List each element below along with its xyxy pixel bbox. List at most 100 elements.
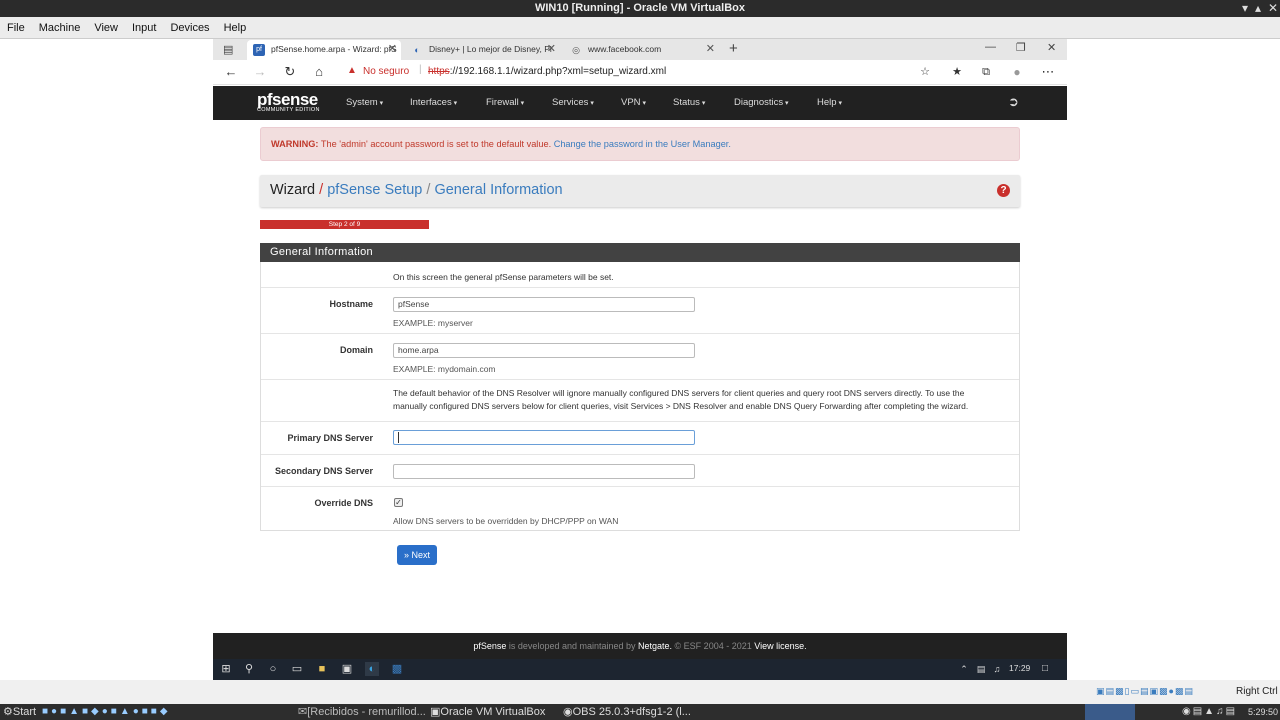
progress-label: Step 2 of 9	[328, 221, 361, 228]
menu-devices[interactable]: Devices	[163, 20, 216, 36]
search-icon[interactable]: ⚲	[242, 662, 256, 676]
footer-copyright: © ESF 2004 - 2021	[672, 641, 755, 651]
edge-icon[interactable]: ◐	[365, 662, 379, 676]
menu-machine[interactable]: Machine	[32, 20, 88, 36]
network-icon[interactable]: ▤	[974, 662, 988, 676]
logo-subtitle: COMMUNITY EDITION	[257, 107, 320, 113]
win-minimize-icon[interactable]: —	[985, 41, 996, 53]
host-start-button[interactable]: ⚙ Start	[3, 704, 36, 720]
guest-clock[interactable]: 17:29	[1009, 663, 1030, 673]
tab-close-icon[interactable]: ✕	[547, 40, 556, 59]
nav-status[interactable]: Status	[673, 97, 705, 108]
win-restore-icon[interactable]: ❐	[1016, 41, 1026, 54]
hostname-label: Hostname	[329, 299, 373, 309]
host-start-label: Start	[12, 706, 37, 718]
hostname-input[interactable]: pfSense	[393, 297, 695, 312]
default-password-warning: WARNING: The 'admin' account password is…	[260, 127, 1020, 161]
favorites-icon[interactable]: ★	[948, 63, 966, 81]
nav-services[interactable]: Services	[552, 97, 594, 108]
hostname-row: Hostname pfSense EXAMPLE: myserver	[261, 288, 1019, 334]
tab-pfsense[interactable]: pf pfSense.home.arpa - Wizard: pfS ✕	[247, 40, 401, 60]
domain-row: Domain home.arpa EXAMPLE: mydomain.com	[261, 334, 1019, 380]
store-icon[interactable]: ▣	[340, 662, 354, 676]
next-label: Next	[411, 550, 431, 560]
primary-dns-row: Primary DNS Server	[261, 422, 1019, 455]
windows-start-icon[interactable]: ⊞	[219, 662, 233, 676]
notification-icon[interactable]: □	[1038, 662, 1052, 676]
nav-vpn[interactable]: VPN	[621, 97, 646, 108]
home-icon[interactable]: ⌂	[310, 63, 328, 81]
url-field[interactable]: https://192.168.1.1/wizard.php?xml=setup…	[428, 66, 666, 77]
crumb-page[interactable]: General Information	[434, 182, 562, 198]
menu-help[interactable]: Help	[217, 20, 254, 36]
cortana-icon[interactable]: ○	[266, 662, 280, 676]
task-view-icon[interactable]: ▭	[290, 662, 304, 676]
dns-note-line1: The default behavior of the DNS Resolver…	[393, 388, 965, 398]
menu-input[interactable]: Input	[125, 20, 163, 36]
tray-icons[interactable]: ◉▤▲♫▤	[1182, 704, 1237, 720]
nav-firewall[interactable]: Firewall	[486, 97, 524, 108]
pfsense-favicon-icon: pf	[253, 44, 265, 56]
task-mail-label: [Recibidos - remurillod...	[307, 706, 426, 718]
host-clock[interactable]: 5:29:50	[1248, 704, 1278, 720]
tab-label: pfSense.home.arpa - Wizard: pfS	[271, 44, 397, 54]
profile-icon[interactable]: ●	[1008, 63, 1026, 81]
secondary-dns-input[interactable]	[393, 464, 695, 479]
general-info-form: On this screen the general pfSense param…	[260, 262, 1020, 531]
volume-icon[interactable]: ♫	[990, 662, 1004, 676]
close-icon[interactable]: ✕	[1268, 0, 1278, 17]
minimize-icon[interactable]: ▾	[1242, 0, 1248, 17]
maximize-icon[interactable]: ▴	[1255, 0, 1261, 17]
breadcrumb: Wizard / pfSense Setup / General Informa…	[260, 175, 1020, 207]
workspace-switcher[interactable]	[1085, 704, 1135, 720]
menu-view[interactable]: View	[87, 20, 125, 36]
crumb-separator: /	[426, 182, 431, 198]
task-mail[interactable]: ✉ [Recibidos - remurillod...	[298, 704, 426, 720]
more-icon[interactable]: ⋯	[1039, 63, 1057, 81]
back-icon[interactable]: ←	[222, 63, 240, 81]
tab-close-icon[interactable]: ✕	[388, 40, 397, 59]
override-dns-hint: Allow DNS servers to be overridden by DH…	[393, 516, 619, 526]
override-dns-label: Override DNS	[314, 498, 373, 508]
next-button[interactable]: » Next	[397, 545, 437, 565]
tab-disney[interactable]: ◐ Disney+ | Lo mejor de Disney, Pi ✕	[405, 40, 560, 60]
help-icon[interactable]: ?	[997, 184, 1010, 197]
tray-chevron-icon[interactable]: ⌃	[957, 662, 971, 676]
task-obs[interactable]: ◉ OBS 25.0.3+dfsg1-2 (l...	[563, 704, 691, 720]
collections-icon[interactable]: ⧉	[977, 63, 995, 81]
favorite-add-icon[interactable]: ☆	[916, 63, 934, 81]
logout-icon[interactable]: ➲	[1008, 94, 1019, 110]
tab-facebook[interactable]: ◎ www.facebook.com ✕	[564, 40, 719, 60]
win-close-icon[interactable]: ✕	[1047, 41, 1056, 54]
menu-file[interactable]: File	[0, 20, 32, 36]
user-manager-link[interactable]: Change the password in the User Manager.	[554, 139, 731, 149]
nav-interfaces[interactable]: Interfaces	[410, 97, 457, 108]
refresh-icon[interactable]: ↻	[281, 63, 299, 81]
domain-input[interactable]: home.arpa	[393, 343, 695, 358]
secondary-dns-row: Secondary DNS Server	[261, 455, 1019, 487]
vbox-title-bar: WIN10 [Running] - Oracle VM VirtualBox ▾…	[0, 0, 1280, 17]
forward-icon[interactable]: →	[251, 63, 269, 81]
tab-label: Disney+ | Lo mejor de Disney, Pi	[429, 44, 552, 54]
nav-diagnostics[interactable]: Diagnostics	[734, 97, 789, 108]
crumb-setup[interactable]: pfSense Setup	[327, 182, 422, 198]
intro-text: On this screen the general pfSense param…	[393, 272, 614, 282]
netgate-link[interactable]: Netgate.	[638, 641, 672, 651]
tab-actions-icon[interactable]: ▤	[223, 43, 233, 56]
vbox-status-bar: ▣▤▩▯▭▤▣▩●▩▤ Right Ctrl	[0, 680, 1280, 704]
vbox-title: WIN10 [Running] - Oracle VM VirtualBox	[534, 2, 746, 14]
quick-launch-icons[interactable]: ■●■▲■◆●■▲●■■◆	[42, 704, 171, 720]
pfsense-logo[interactable]: pfsense COMMUNITY EDITION	[257, 90, 320, 113]
license-link[interactable]: View license.	[754, 641, 806, 651]
device-status-icons[interactable]: ▣▤▩▯▭▤▣▩●▩▤	[1096, 686, 1194, 697]
primary-dns-input[interactable]	[393, 430, 695, 445]
task-virtualbox[interactable]: ▣ Oracle VM VirtualBox	[430, 704, 545, 720]
security-status[interactable]: No seguro	[363, 66, 409, 77]
nav-system[interactable]: System	[346, 97, 383, 108]
tab-close-icon[interactable]: ✕	[706, 40, 715, 59]
new-tab-icon[interactable]: +	[729, 40, 738, 57]
file-explorer-icon[interactable]: ■	[315, 662, 329, 676]
override-dns-checkbox[interactable]: ✓	[394, 498, 403, 507]
terminal-icon[interactable]: ▩	[390, 662, 404, 676]
nav-help[interactable]: Help	[817, 97, 842, 108]
